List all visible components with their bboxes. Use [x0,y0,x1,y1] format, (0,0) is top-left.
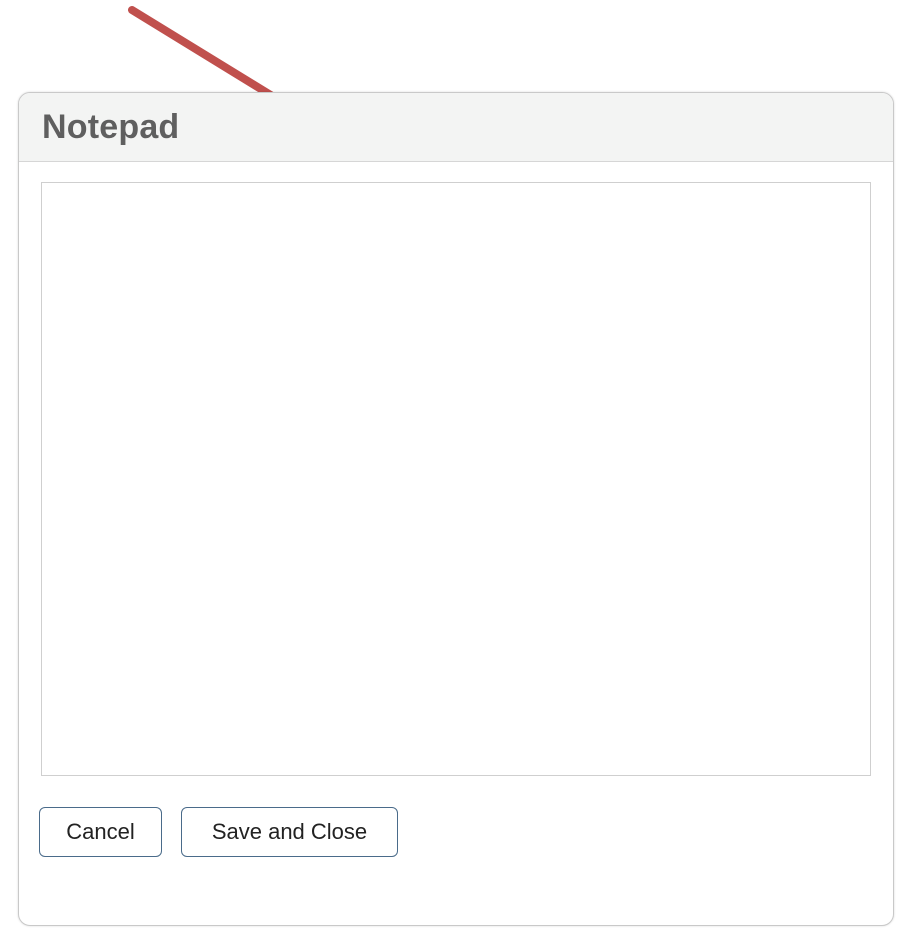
notes-textarea[interactable] [41,182,871,776]
dialog-title: Notepad [42,107,180,146]
cancel-button[interactable]: Cancel [39,807,162,857]
save-and-close-button[interactable]: Save and Close [181,807,398,857]
notepad-dialog: Notepad Cancel Save and Close [18,92,894,926]
screenshot-canvas: Notepad Cancel Save and Close [0,0,901,928]
dialog-header: Notepad [19,93,893,162]
